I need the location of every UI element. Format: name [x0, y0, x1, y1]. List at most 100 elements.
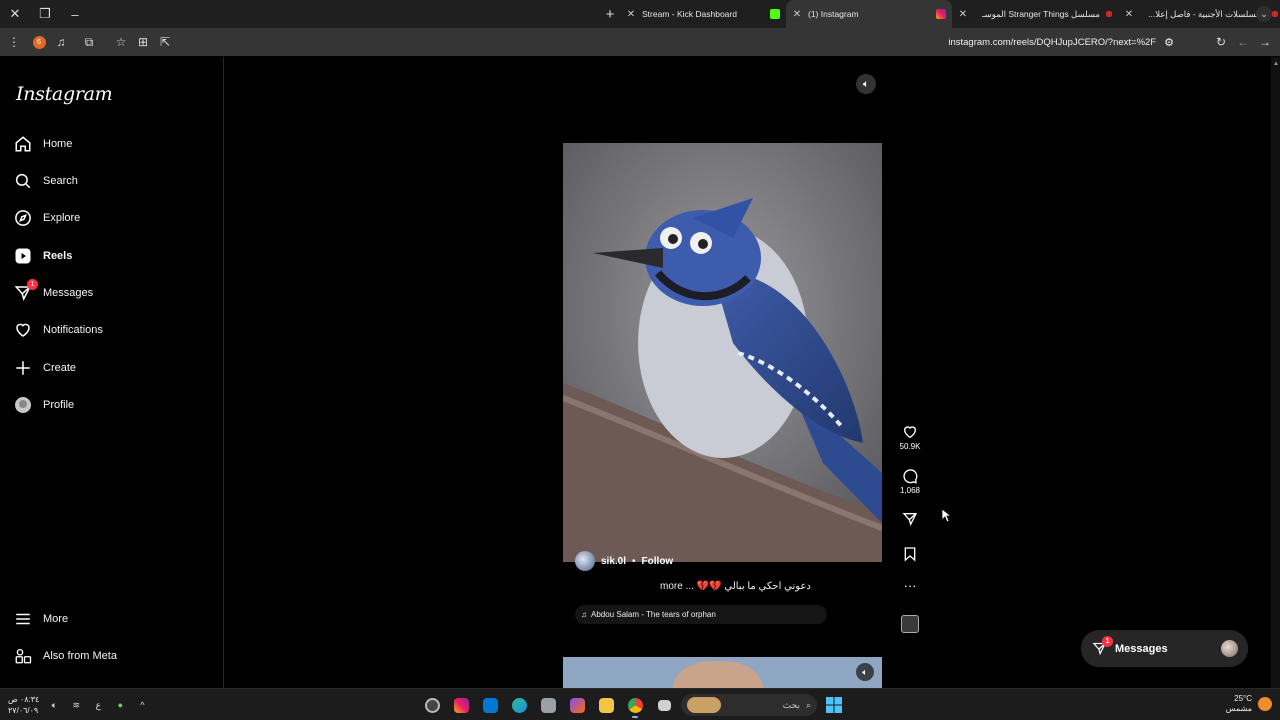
input-language[interactable]: ع — [91, 693, 105, 717]
translate-icon[interactable]: ⊞ — [132, 28, 154, 56]
reload-icon[interactable]: ↻ — [1210, 28, 1232, 56]
windows-taskbar: ٠٨:٣٤ ص ٢٧/٠٦/٠٩ 🔈︎ ≋ ع ● ^ بحث ⌕ 25°C م… — [0, 688, 1280, 720]
address-bar[interactable]: instagram.com/reels/DQHJupJCERO/?next=%2… — [948, 28, 1174, 56]
new-tab-button[interactable]: + — [600, 0, 620, 28]
messages-badge: 1 — [27, 279, 38, 290]
taskbar-app-task-view[interactable] — [652, 692, 676, 718]
audio-thumbnail[interactable] — [901, 615, 919, 633]
system-tray: ٠٨:٣٤ ص ٢٧/٠٦/٠٩ 🔈︎ ≋ ع ● ^ — [8, 693, 149, 717]
extension-button[interactable]: 6 — [28, 28, 50, 56]
reel-caption[interactable]: دعوني احكي ما ببالي 💔💔 ... more — [660, 581, 830, 592]
close-tab-icon[interactable]: ✕ — [1124, 9, 1134, 20]
taskbar-app-store[interactable] — [478, 692, 502, 718]
taskbar-app-edge[interactable] — [507, 692, 531, 718]
meta-icon — [14, 647, 32, 665]
close-tab-icon[interactable]: ✕ — [626, 9, 636, 20]
microphone-icon[interactable]: ● — [113, 693, 127, 717]
search-icon: ⌕ — [805, 699, 811, 710]
follow-button[interactable]: Follow — [642, 556, 674, 567]
sidebar-item-search[interactable]: Search — [14, 167, 210, 195]
taskbar-app-chrome[interactable] — [623, 692, 647, 718]
taskbar-app-copilot[interactable] — [565, 692, 589, 718]
comment-button[interactable]: 1,068 — [895, 468, 925, 495]
taskbar-apps: بحث ⌕ — [420, 692, 846, 718]
instagram-icon — [936, 9, 946, 19]
more-dots-icon: ··· — [903, 578, 917, 593]
browser-tab-bar: ✕ ❐ – + ✕ Stream - Kick Dashboard ✕ (1) … — [0, 0, 1280, 28]
author-username[interactable]: sik.0l — [601, 556, 626, 567]
scroll-up-icon[interactable]: ▲ — [1273, 61, 1279, 67]
messages-badge: 1 — [1102, 635, 1113, 647]
weather-widget[interactable]: 25°C مشمس — [1226, 694, 1272, 714]
clock[interactable]: ٠٨:٣٤ ص ٢٧/٠٦/٠٩ — [8, 694, 39, 716]
save-button[interactable] — [895, 546, 925, 562]
mute-toggle-button[interactable]: 🔈︎ — [856, 663, 874, 681]
next-reel-preview[interactable]: 🔈︎ — [563, 657, 882, 688]
sidebar-item-notifications[interactable]: Notifications — [14, 316, 210, 344]
sidebar-item-reels[interactable]: Reels — [14, 242, 210, 270]
kick-icon — [770, 9, 780, 19]
home-icon — [14, 135, 32, 153]
compass-icon — [14, 209, 32, 227]
share-button[interactable] — [895, 511, 925, 527]
comment-count: 1,068 — [899, 486, 921, 495]
sidebar-item-messages[interactable]: 1 Messages — [14, 279, 210, 307]
browser-toolbar: ⋮ 6 ♫ ⧉ ☆ ⊞ ⇱ instagram.com/reels/DQHJup… — [0, 28, 1280, 56]
taskbar-search[interactable]: بحث ⌕ — [681, 694, 817, 716]
sidebar-item-explore[interactable]: Explore — [14, 204, 210, 232]
volume-icon[interactable]: 🔈︎ — [47, 693, 61, 717]
speaker-icon: 🔈︎ — [862, 666, 868, 677]
search-highlight-image — [687, 697, 721, 713]
tab-kick[interactable]: ✕ Stream - Kick Dashboard — [620, 0, 786, 28]
taskbar-app-cube[interactable] — [536, 692, 560, 718]
mouse-cursor-icon — [942, 509, 952, 523]
start-button[interactable] — [822, 692, 846, 718]
media-controls-icon[interactable]: ♫ — [50, 28, 72, 56]
sidebar-item-more[interactable]: More — [14, 605, 210, 633]
close-window-button[interactable]: ✕ — [0, 0, 30, 28]
taskbar-app-instagram[interactable] — [449, 692, 473, 718]
more-options-button[interactable]: ··· — [895, 578, 925, 593]
wifi-icon[interactable]: ≋ — [69, 693, 83, 717]
like-count: 50.9K — [899, 442, 921, 451]
close-tab-icon[interactable]: ✕ — [958, 9, 968, 20]
site-settings-icon[interactable]: ⚙ — [1164, 36, 1174, 49]
forward-arrow-icon[interactable]: → — [1254, 28, 1276, 56]
reel-video[interactable] — [563, 143, 882, 562]
tab-search-button[interactable]: ⌄ — [1256, 6, 1272, 22]
instagram-logo[interactable]: Instagram — [16, 83, 113, 105]
like-button[interactable]: 50.9K — [895, 424, 925, 451]
reel-image-blue-jay — [563, 143, 882, 562]
author-avatar[interactable] — [575, 551, 595, 571]
minimize-window-button[interactable]: – — [60, 0, 90, 28]
sidebar-item-home[interactable]: Home — [14, 130, 210, 158]
extensions-puzzle-icon[interactable]: ⧉ — [78, 28, 100, 56]
avatar — [1221, 640, 1238, 657]
menu-dots-icon[interactable]: ⋮ — [0, 28, 28, 56]
mute-toggle-button[interactable]: 🔈︎ — [856, 74, 876, 94]
taskbar-app-recorder[interactable] — [420, 692, 444, 718]
tab-instagram[interactable]: ✕ (1) Instagram — [786, 0, 952, 28]
chevron-up-icon[interactable]: ^ — [135, 693, 149, 717]
bookmark-star-icon[interactable]: ☆ — [110, 28, 132, 56]
messenger-icon: 1 — [14, 279, 38, 302]
restore-window-button[interactable]: ❐ — [30, 0, 60, 28]
close-tab-icon[interactable]: ✕ — [792, 9, 802, 20]
messages-floating-button[interactable]: 1 Messages — [1081, 630, 1248, 667]
sun-icon — [1258, 697, 1272, 711]
taskbar-app-file-explorer[interactable] — [594, 692, 618, 718]
page-scrollbar[interactable]: ▲ — [1271, 57, 1280, 688]
heart-icon — [14, 321, 32, 339]
music-note-icon: ♫ — [581, 610, 587, 619]
back-arrow-icon[interactable]: ← — [1232, 28, 1254, 56]
speaker-icon: 🔈︎ — [863, 78, 869, 90]
sidebar-item-create[interactable]: Create — [14, 354, 210, 382]
reels-icon — [14, 247, 32, 265]
install-app-icon[interactable]: ⇱ — [154, 28, 176, 56]
sidebar-item-also-from-meta[interactable]: Also from Meta — [14, 642, 210, 670]
sidebar-item-profile[interactable]: Profile — [14, 391, 210, 419]
avatar — [15, 397, 31, 413]
reel-audio-link[interactable]: ♫ Abdou Salam - The tears of orphan — [575, 605, 827, 624]
plus-icon — [14, 359, 32, 377]
tab-stranger-things[interactable]: ✕ مسلسل Stranger Things الموسـ — [952, 0, 1118, 28]
